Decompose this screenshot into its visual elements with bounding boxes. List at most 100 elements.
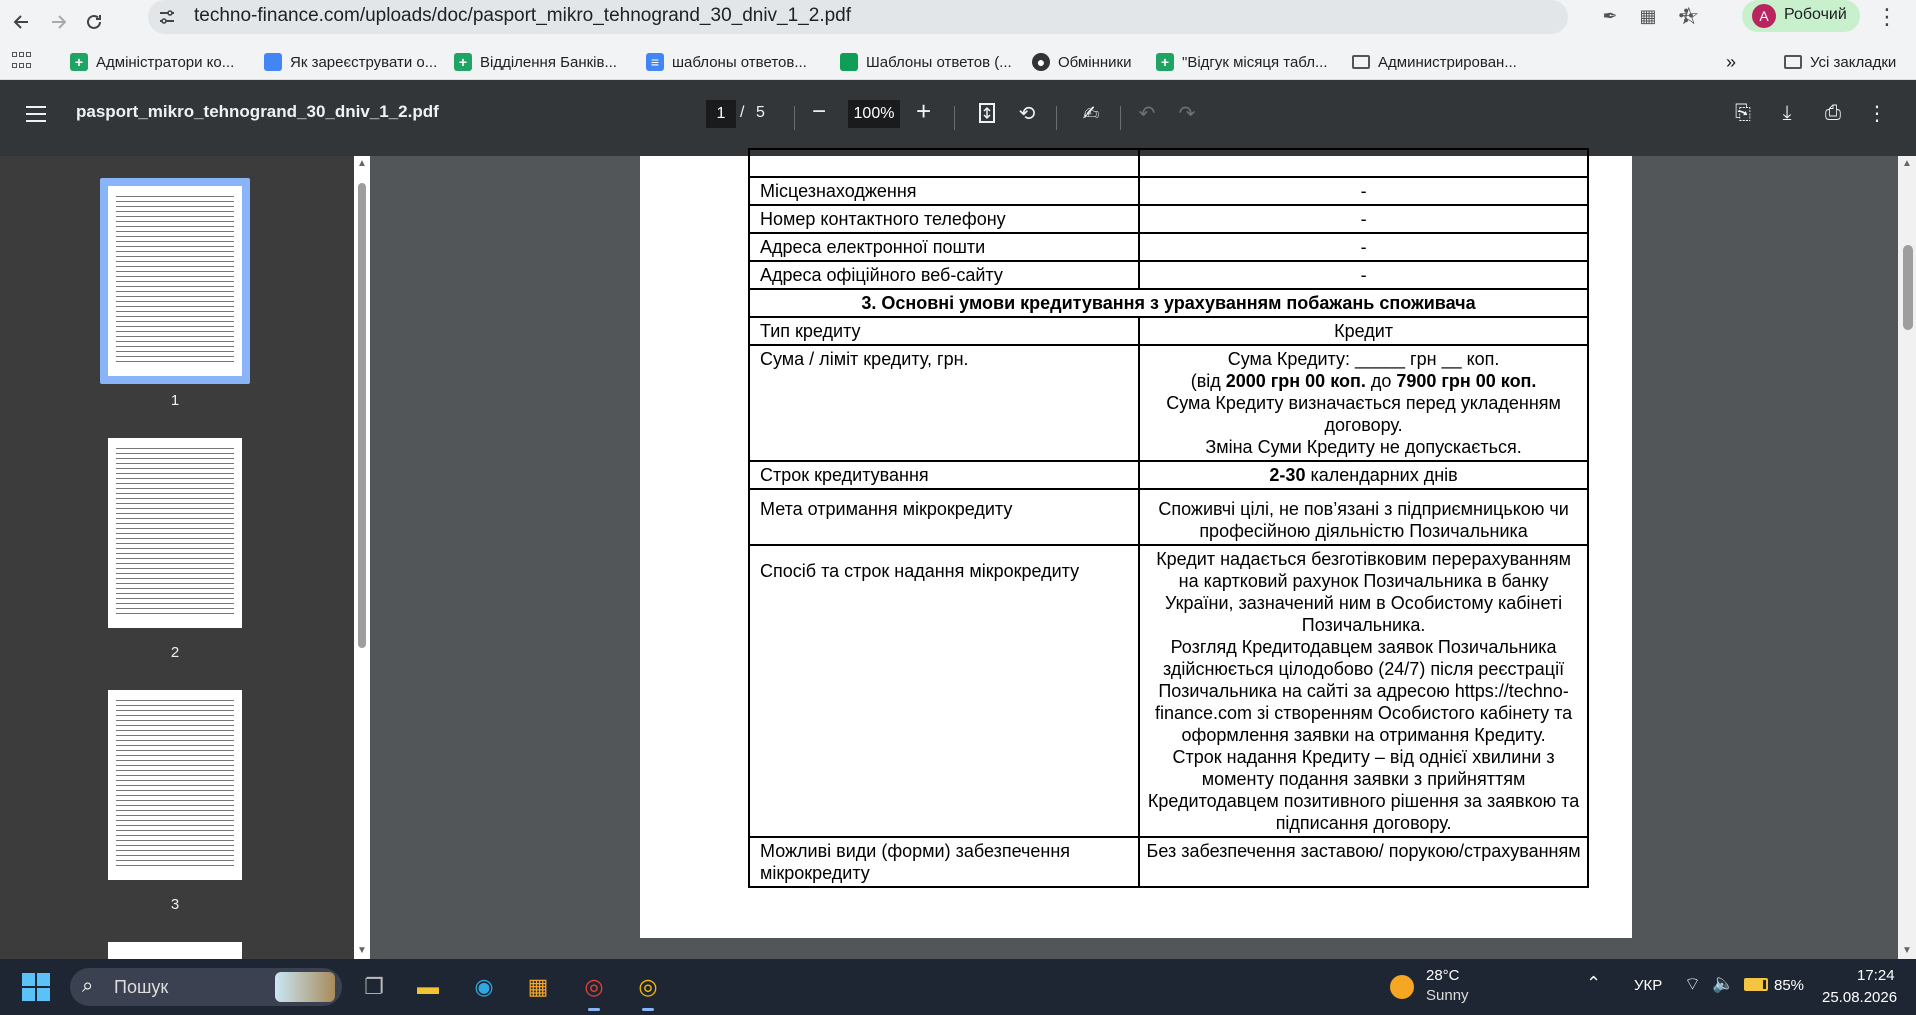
thumbnail-label: 3 xyxy=(170,896,180,913)
thumbnail-content xyxy=(116,196,234,366)
extension-feather-icon[interactable]: ✒ xyxy=(1598,4,1622,28)
row-value: - xyxy=(1138,204,1589,234)
pdf-toolbar: pasport_mikro_tehnogrand_30_dniv_1_2.pdf… xyxy=(0,80,1916,156)
add-to-drive-icon[interactable]: ⎘ xyxy=(1730,100,1756,126)
thumbnail-page-4[interactable] xyxy=(108,942,242,959)
arrow-left-icon xyxy=(13,15,28,29)
tray-overflow-icon[interactable]: ⌃ xyxy=(1586,973,1601,994)
annotate-pen-icon[interactable]: ✍ xyxy=(1078,100,1104,126)
task-view-icon[interactable]: ❐ xyxy=(356,969,392,1005)
volume-icon[interactable]: 🔈 xyxy=(1712,973,1734,994)
table-cell xyxy=(747,148,1141,178)
zoom-out-button[interactable]: − xyxy=(812,98,826,126)
doc-icon xyxy=(264,53,282,71)
back-button[interactable] xyxy=(6,6,38,38)
taskbar-search[interactable]: ⌕ Пошук xyxy=(70,968,342,1006)
scroll-up-icon[interactable]: ▲ xyxy=(357,158,367,169)
table-row: Мета отримання мікрокредиту Споживчі ціл… xyxy=(747,488,1589,546)
edge-browser-icon[interactable]: ◉ xyxy=(466,969,502,1005)
weather-sun-icon[interactable] xyxy=(1390,975,1414,999)
page-number-input[interactable]: 1 xyxy=(706,100,736,128)
all-bookmarks-button[interactable]: Усі закладки xyxy=(1784,50,1896,74)
battery-icon[interactable] xyxy=(1744,978,1768,991)
scroll-down-icon[interactable]: ▼ xyxy=(357,945,367,956)
bookmark-label: Відділення Банків... xyxy=(480,53,617,71)
thumbnail-page-1[interactable] xyxy=(108,186,242,376)
clock-time[interactable]: 17:24 xyxy=(1857,967,1895,984)
chrome-icon[interactable]: ◎ xyxy=(630,969,666,1011)
zoom-input[interactable]: 100% xyxy=(848,100,900,128)
docs-icon: ≡ xyxy=(646,53,664,71)
language-indicator[interactable]: УКР xyxy=(1634,977,1662,994)
table-row: Спосіб та строк надання мікрокредиту Кре… xyxy=(747,544,1589,838)
divider xyxy=(794,106,795,130)
credit-term-cell: 2-30 календарних днів xyxy=(1138,460,1589,490)
bookmark-item[interactable]: ≡ шаблоны ответов... xyxy=(646,50,807,74)
thumbnail-page-3[interactable] xyxy=(108,690,242,880)
bookmark-item[interactable]: Шаблоны ответов (... xyxy=(840,50,1012,74)
bookmark-item[interactable]: + "Відгук місяця табл... xyxy=(1156,50,1327,74)
bookmarks-bar: + Адміністратори ко... Як зареєструвати … xyxy=(0,44,1916,80)
amount-range: (від 2000 грн 00 коп. до 7900 грн 00 коп… xyxy=(1146,370,1581,392)
thumbnail-label: 1 xyxy=(170,392,180,409)
scroll-down-icon[interactable]: ▼ xyxy=(1902,945,1912,956)
scroll-up-icon[interactable]: ▲ xyxy=(1902,158,1912,169)
rotate-icon[interactable]: ⟲ xyxy=(1014,100,1040,126)
address-bar[interactable]: techno-finance.com/uploads/doc/pasport_m… xyxy=(148,0,1700,34)
bookmark-item[interactable]: Администрирован... xyxy=(1352,50,1517,74)
table-row: Можливі види (форми) забезпечення мікрок… xyxy=(747,836,1589,888)
bookmark-item[interactable]: + Відділення Банків... xyxy=(454,50,617,74)
document-title: pasport_mikro_tehnogrand_30_dniv_1_2.pdf xyxy=(76,102,439,121)
document-scroll-thumb[interactable] xyxy=(1903,245,1913,330)
row-label: Номер контактного телефону xyxy=(747,204,1141,234)
table-row xyxy=(747,148,1589,178)
fit-page-icon[interactable] xyxy=(974,100,1000,126)
site-info-icon[interactable] xyxy=(158,8,176,26)
browser-menu-icon[interactable]: ⋮ xyxy=(1876,4,1898,30)
chrome-profile-icon[interactable]: ◎ xyxy=(576,969,612,1011)
table-row: Сума / ліміт кредиту, грн. Сума Кредиту:… xyxy=(747,344,1589,462)
bookmark-label: Обмінники xyxy=(1058,53,1132,71)
print-icon[interactable]: ⎙ xyxy=(1820,100,1846,126)
row-label: Місцезнаходження xyxy=(747,176,1141,206)
file-explorer-icon[interactable]: ▬ xyxy=(410,969,446,1005)
battery-fill xyxy=(1746,980,1763,989)
bookmark-item[interactable]: ● Обмінники xyxy=(1032,50,1131,74)
document-viewer[interactable]: Місцезнаходження - Номер контактного тел… xyxy=(370,148,1898,959)
sheets-icon: + xyxy=(1156,53,1174,71)
avatar: A xyxy=(1752,4,1776,28)
table-row: Адреса офіційного веб-сайту - xyxy=(747,260,1589,290)
forward-button[interactable] xyxy=(42,6,74,38)
apps-grid-icon[interactable] xyxy=(12,52,32,72)
menu-icon[interactable] xyxy=(26,106,46,122)
redo-icon[interactable]: ↷ xyxy=(1174,100,1200,126)
url-text[interactable]: techno-finance.com/uploads/doc/pasport_m… xyxy=(194,5,851,27)
sheets-icon: + xyxy=(454,53,472,71)
bookmark-item[interactable]: Як зареєструвати о... xyxy=(264,50,437,74)
bookmark-item[interactable]: + Адміністратори ко... xyxy=(70,50,234,74)
undo-icon[interactable]: ↶ xyxy=(1134,100,1160,126)
sidebar-scroll-thumb[interactable] xyxy=(358,183,366,648)
reload-button[interactable] xyxy=(78,6,110,38)
wifi-icon[interactable]: ⌔ xyxy=(1684,973,1701,996)
thumbnail-page-2[interactable] xyxy=(108,438,242,628)
zoom-in-button[interactable]: + xyxy=(916,96,931,127)
page-separator: / xyxy=(740,104,745,121)
microsoft-store-icon[interactable]: ▦ xyxy=(520,969,556,1005)
profile-button[interactable]: A Робочий xyxy=(1742,0,1860,32)
row-label: Спосіб та строк надання мікрокредиту xyxy=(747,544,1141,838)
bookmark-label: Адміністратори ко... xyxy=(96,53,235,71)
extensions-puzzle-icon[interactable]: ✣ xyxy=(1674,4,1698,28)
download-icon[interactable]: ⤓ xyxy=(1774,100,1800,126)
amount-text: до xyxy=(1365,371,1397,391)
folder-icon xyxy=(1784,55,1802,69)
table-row: Номер контактного телефону - xyxy=(747,204,1589,234)
extension-grid-icon[interactable]: ▦ xyxy=(1636,4,1660,28)
search-highlight-image xyxy=(275,972,335,1002)
bookmarks-overflow-button[interactable]: » xyxy=(1726,50,1736,74)
more-options-icon[interactable]: ⋮ xyxy=(1864,100,1890,126)
weather-description: Sunny xyxy=(1426,987,1469,1004)
bookmark-label: "Відгук місяця табл... xyxy=(1182,53,1328,71)
clock-date[interactable]: 25.08.2026 xyxy=(1822,989,1897,1006)
windows-start-icon[interactable] xyxy=(22,973,50,1001)
